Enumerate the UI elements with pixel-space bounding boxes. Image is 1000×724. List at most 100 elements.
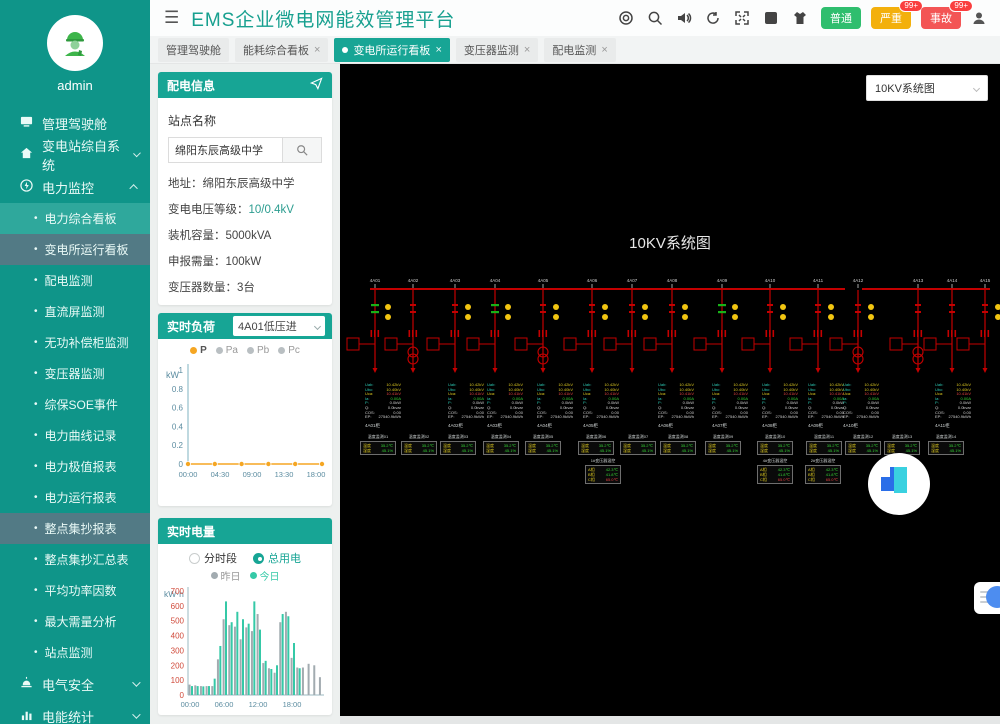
svg-text:4A12: 4A12 [853, 278, 864, 283]
alarm-badge-2[interactable]: 事故99+ [921, 7, 961, 29]
close-icon[interactable]: × [524, 44, 530, 56]
energy-mode-radios: 分时段 总用电 [158, 544, 332, 566]
load-line-chart: kW00.20.40.60.8100:0004:3009:0013:3018:0… [158, 356, 332, 494]
badge-count: 99+ [949, 0, 973, 12]
site-input-row: 绵阳东辰高级中学 [168, 137, 322, 163]
load-legend: P Pa Pb Pc [158, 339, 332, 356]
temp-box-4: 温度监测05温度35.2℃湿度45.1% [525, 434, 561, 455]
sidebar-subitem-电力极值报表[interactable]: •电力极值报表 [0, 451, 150, 482]
sidebar-subitem-综保SOE事件[interactable]: •综保SOE事件 [0, 389, 150, 420]
temp-box-3: 温度监测04温度35.2℃湿度45.1% [483, 434, 519, 455]
sidebar-subitem-平均功率因数[interactable]: •平均功率因数 [0, 575, 150, 606]
svg-text:4A01: 4A01 [370, 278, 381, 283]
readout-block-10: Uab:10.42kVUbc:10.40kVUca:10.41kVIa:0.00… [935, 383, 971, 429]
site-name-input[interactable]: 绵阳东辰高级中学 [168, 137, 282, 163]
badge-count: 99+ [899, 0, 923, 12]
target-icon[interactable] [615, 7, 637, 29]
legend-item-pa[interactable]: Pa [216, 345, 238, 356]
fullscreen-icon[interactable] [731, 7, 753, 29]
feeder-selector-value: 4A01低压进 [238, 318, 297, 334]
svg-text:600: 600 [171, 602, 185, 611]
svg-text:4A15: 4A15 [980, 278, 991, 283]
temp-box-0: 温度监测01温度35.2℃湿度45.1% [360, 434, 396, 455]
readout-block-9: Uab:10.42kVUbc:10.40kVUca:10.41kVIa:0.00… [843, 383, 879, 429]
sidebar-subitem-电力综合看板[interactable]: •电力综合看板 [0, 203, 150, 234]
temp-box-10: 温度监测11温度35.2℃湿度45.1% [806, 434, 842, 455]
sidebar-subitem-变压器监测[interactable]: •变压器监测 [0, 358, 150, 389]
svg-text:4A08: 4A08 [667, 278, 678, 283]
svg-text:0: 0 [180, 691, 185, 700]
close-icon[interactable]: × [314, 44, 320, 56]
user-icon[interactable] [968, 7, 990, 29]
radio-time-period[interactable]: 分时段 [189, 550, 237, 566]
sidebar-subitem-直流屏监测[interactable]: •直流屏监测 [0, 296, 150, 327]
temp-box-5: 温度监测06温度35.2℃湿度45.1% [578, 434, 614, 455]
card-header: 实时电量 [158, 518, 332, 544]
refresh-icon[interactable] [702, 7, 724, 29]
tab-bar: 管理驾驶舱能耗综合看板×变电所运行看板× 变压器监测×配电监测× [150, 36, 1000, 64]
site-search-button[interactable] [282, 137, 322, 163]
sidebar-item-电气安全[interactable]: 电气安全 [0, 668, 150, 700]
sidebar-item-管理驾驶舱[interactable]: 管理驾驶舱 [0, 107, 150, 139]
svg-text:4A11: 4A11 [813, 278, 824, 283]
diagram-selector[interactable]: 10KV系统图 [866, 75, 988, 101]
tab-配电监测[interactable]: 配电监测× [544, 38, 615, 62]
hamburger-icon[interactable]: ☰ [164, 8, 179, 28]
tab-变压器监测[interactable]: 变压器监测× [456, 38, 538, 62]
svg-text:1: 1 [179, 366, 184, 375]
todesk-logo[interactable] [868, 453, 930, 515]
sidebar-subitem-变电所运行看板[interactable]: •变电所运行看板 [0, 234, 150, 265]
sidebar-subitem-最大需量分析[interactable]: •最大需量分析 [0, 606, 150, 637]
legend-item-p[interactable]: P [190, 345, 207, 356]
sidebar-subitem-整点集抄报表[interactable]: •整点集抄报表 [0, 513, 150, 544]
chevron-down-icon [314, 322, 321, 329]
theme-icon[interactable] [789, 7, 811, 29]
alarm-badge-1[interactable]: 严重99+ [871, 7, 911, 29]
legend-item-today[interactable]: 今日 [250, 568, 280, 583]
readout-block-6: Uab:10.42kVUbc:10.40kVUca:10.41kVIa:0.00… [712, 383, 748, 429]
legend-item-pc[interactable]: Pc [278, 345, 300, 356]
tab-变电所运行看板[interactable]: 变电所运行看板× [334, 38, 449, 62]
send-icon[interactable] [310, 77, 323, 93]
edge-floating-widget[interactable] [974, 582, 1000, 614]
tab-能耗综合看板[interactable]: 能耗综合看板× [235, 38, 328, 62]
legend-item-pb[interactable]: Pb [247, 345, 269, 356]
tab-管理驾驶舱[interactable]: 管理驾驶舱 [158, 38, 229, 62]
power-icon [20, 179, 33, 195]
translate-icon[interactable]: A² [760, 7, 782, 29]
svg-text:4A04: 4A04 [490, 278, 501, 283]
app-root: admin 管理驾驶舱变电站综自系统电力监控•电力综合看板•变电所运行看板•配电… [0, 0, 1000, 724]
svg-text:4A07: 4A07 [627, 278, 638, 283]
sidebar-subitem-电力运行报表[interactable]: •电力运行报表 [0, 482, 150, 513]
readout-block-3: Uab:10.42kVUbc:10.40kVUca:10.41kVIa:0.00… [537, 383, 573, 429]
svg-text:500: 500 [171, 617, 185, 626]
svg-text:06:00: 06:00 [215, 700, 234, 709]
sidebar-subitem-电力曲线记录[interactable]: •电力曲线记录 [0, 420, 150, 451]
volume-icon[interactable] [673, 7, 695, 29]
temp-box-12: 温度监测13温度35.2℃湿度45.1% [884, 434, 920, 455]
close-icon[interactable]: × [601, 44, 607, 56]
svg-text:4A14: 4A14 [947, 278, 958, 283]
legend-item-yesterday[interactable]: 昨日 [211, 568, 241, 583]
sidebar-subitem-配电监测[interactable]: •配电监测 [0, 265, 150, 296]
info-body: 站点名称 绵阳东辰高级中学 地址：绵阳东辰高级中学变电电压等级：10/0.4kV… [158, 98, 332, 295]
radio-total-usage[interactable]: 总用电 [253, 550, 301, 566]
horizontal-scrollbar[interactable] [340, 716, 1000, 724]
svg-text:4A02: 4A02 [408, 278, 419, 283]
alarm-badge-0[interactable]: 普通 [821, 7, 861, 29]
avatar[interactable] [47, 15, 103, 71]
sidebar-item-电力监控[interactable]: 电力监控 [0, 171, 150, 203]
search-icon[interactable] [644, 7, 666, 29]
sidebar-subitem-整点集抄汇总表[interactable]: •整点集抄汇总表 [0, 544, 150, 575]
sidebar-subitem-站点监测[interactable]: •站点监测 [0, 637, 150, 668]
card-header: 配电信息 [158, 72, 332, 98]
sidebar-item-电能统计[interactable]: 电能统计 [0, 700, 150, 724]
svg-text:18:00: 18:00 [307, 470, 326, 479]
sidebar-subitem-无功补偿柜监测[interactable]: •无功补偿柜监测 [0, 327, 150, 358]
close-icon[interactable]: × [435, 44, 441, 56]
feeder-selector[interactable]: 4A01低压进 [232, 315, 326, 337]
svg-text:A²: A² [767, 14, 776, 24]
sidebar: admin 管理驾驶舱变电站综自系统电力监控•电力综合看板•变电所运行看板•配电… [0, 0, 150, 724]
sidebar-item-变电站综自系统[interactable]: 变电站综自系统 [0, 139, 150, 171]
temp-box-8: 温度监测09温度35.2℃湿度45.1% [705, 434, 741, 455]
